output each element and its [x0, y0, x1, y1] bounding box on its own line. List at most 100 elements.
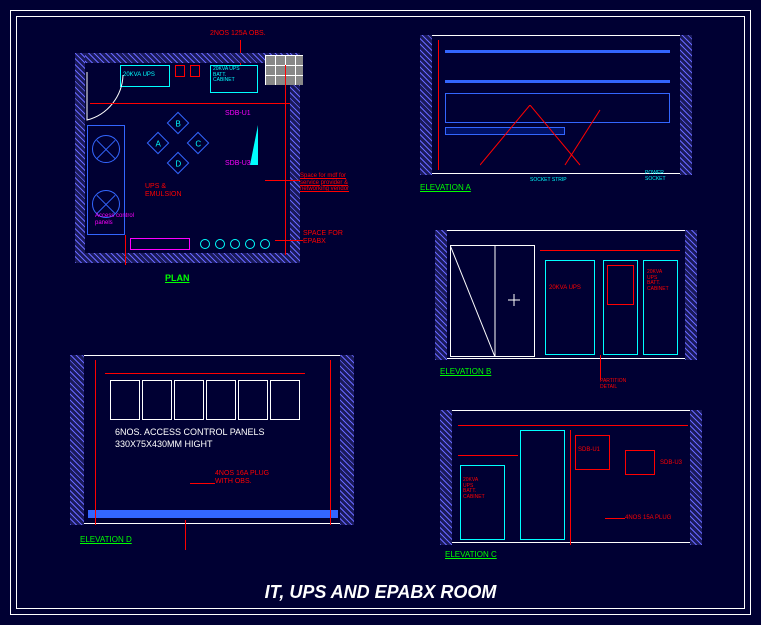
drawing-title: IT, UPS AND EPABX ROOM — [0, 582, 761, 603]
circle-x-1 — [92, 135, 120, 163]
ceiling-line — [432, 35, 680, 37]
dim-v-1 — [285, 65, 286, 255]
wall-left — [435, 230, 447, 360]
wall-right-d — [340, 355, 354, 525]
triangle-marker — [250, 125, 258, 165]
wall-left-d — [70, 355, 84, 525]
note-a-1: SOCKET STRIP — [530, 177, 567, 183]
cabinet-label: 20KVA UPSBATT.CABINET — [213, 67, 240, 84]
dim-v-d-bot — [185, 520, 186, 550]
cab-c-label: 20KVAUPSBATT.CABINET — [463, 478, 485, 500]
wall-right-c — [690, 410, 702, 545]
plug-note-d: 4NOS 16A PLUGWITH OBS. — [215, 470, 269, 485]
leader-plug-d — [190, 483, 215, 484]
bracing — [480, 105, 640, 175]
leader-plug-c — [605, 518, 625, 519]
diamond-b-label: B — [175, 119, 180, 128]
sdb-u3-label: SDB-U3 — [225, 160, 251, 167]
ups-power-label: UPS &EMULSION — [145, 183, 182, 198]
cabinet-label-b: 20KVAUPSBATT.CABINET — [647, 270, 669, 292]
diamond-a: A — [147, 132, 170, 155]
diamond-c-label: C — [195, 139, 201, 148]
door-swing — [85, 70, 125, 125]
elev-b-label: ELEVATION B — [440, 367, 491, 376]
elevation-c: 20KVAUPSBATT.CABINET SDB-U1 SDB-U3 4NOS … — [440, 410, 710, 575]
dim-h-c — [458, 425, 688, 426]
panel-3 — [174, 380, 204, 420]
floor — [447, 358, 685, 359]
plug-note-c: 4NOS 15A PLUG — [625, 515, 671, 521]
dim-v-2 — [125, 235, 126, 265]
elev-a-label: ELEVATION A — [420, 183, 471, 192]
elevation-a: ELEVATION A SOCKET STRIP POWERSOCKET — [420, 35, 710, 205]
dim-v-d-right — [330, 360, 331, 525]
panel-4 — [206, 380, 236, 420]
floor-d — [84, 523, 340, 524]
sdb-u1-label: SDB-U1 — [225, 110, 251, 117]
ups-label-b: 20KVA UPS — [549, 285, 581, 291]
wall-bottom — [75, 253, 300, 263]
plan-label: PLAN — [165, 273, 190, 283]
ceiling-d — [84, 355, 340, 356]
elev-c-label: ELEVATION C — [445, 550, 497, 559]
panel-text-1: 6NOS. ACCESS CONTROL PANELS — [115, 427, 265, 437]
leader-mdf — [265, 180, 300, 181]
panel-6 — [270, 380, 300, 420]
dim-v — [438, 40, 439, 170]
ups-label: 20KVA UPS — [123, 72, 155, 78]
diamond-c: C — [187, 132, 210, 155]
dim-h-c2 — [458, 455, 518, 456]
band-1 — [445, 50, 670, 53]
dim-v-b — [600, 355, 601, 380]
leader-epabx — [275, 240, 303, 241]
sdb-c-2 — [625, 450, 655, 475]
elevation-b: 20KVA UPS 20KVAUPSBATT.CABINET ELEVATION… — [435, 230, 705, 390]
inner-cab-b — [607, 265, 634, 305]
dim-v-c — [570, 430, 571, 545]
diamond-b: B — [167, 112, 190, 135]
floor-c — [452, 542, 690, 543]
outlet-5 — [260, 239, 270, 249]
mdf-note: Space for mdf forservice provider &netwo… — [300, 173, 349, 193]
diamond-d: D — [167, 152, 190, 175]
note-a-2: POWERSOCKET — [645, 170, 666, 182]
elev-d-label: ELEVATION D — [80, 535, 132, 544]
door-panel — [450, 245, 535, 357]
note-top: 2NOS 125A OBS. — [210, 30, 266, 37]
wall-right — [685, 230, 697, 360]
outlet-4 — [245, 239, 255, 249]
sdb-box-2 — [190, 65, 200, 77]
dim-h-b — [540, 250, 680, 251]
skirting-d — [88, 510, 338, 518]
sdb-box-1 — [175, 65, 185, 77]
panel-row-1 — [130, 238, 190, 250]
elevation-d: 6NOS. ACCESS CONTROL PANELS 330X75X430MM… — [70, 355, 370, 565]
diamond-d-label: D — [175, 159, 181, 168]
panel-text-2: 330X75X430MM HIGHT — [115, 439, 213, 449]
ups-box-b — [545, 260, 595, 355]
panel-1 — [110, 380, 140, 420]
wall-left — [420, 35, 432, 175]
sdb-u3-c: SDB-U3 — [660, 460, 682, 466]
wall-right — [680, 35, 692, 175]
outlet-2 — [215, 239, 225, 249]
ceiling — [447, 230, 685, 231]
outlet-3 — [230, 239, 240, 249]
dim-v-d-left — [95, 360, 96, 525]
dim-h-d — [105, 373, 305, 374]
wall-left — [75, 53, 85, 263]
wall-left-c — [440, 410, 452, 545]
floor-tile — [265, 55, 303, 85]
sdb-u1-c: SDB-U1 — [578, 447, 600, 453]
ceiling-c — [452, 410, 690, 411]
panel-2 — [142, 380, 172, 420]
panel-5 — [238, 380, 268, 420]
band-2 — [445, 80, 670, 83]
cab-c-2 — [520, 430, 565, 540]
diamond-a-label: A — [155, 139, 160, 148]
access-panel-label: Access controlpanels — [95, 213, 134, 226]
plan-view: 2NOS 125A OBS. 20KVA UPS 20KVA UPSBATT.C… — [75, 35, 335, 295]
outlet-1 — [200, 239, 210, 249]
epabx-note: SPACE FOREPABX — [303, 230, 343, 245]
note-b: PARTITIONDETAIL — [600, 378, 626, 390]
